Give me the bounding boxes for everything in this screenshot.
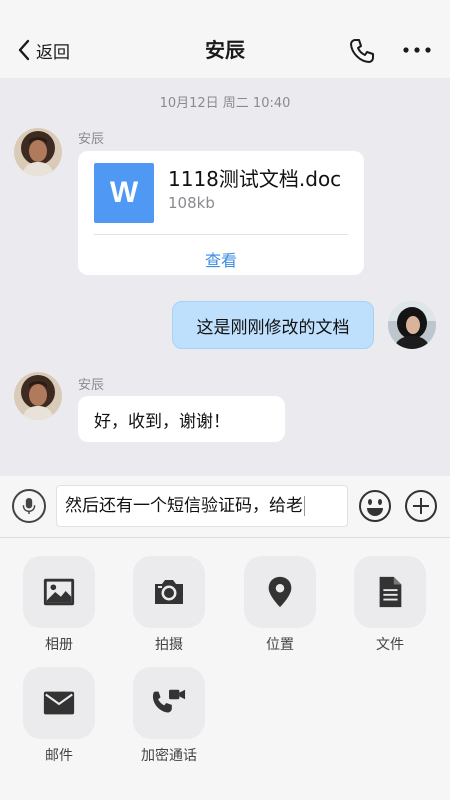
- tool-tile[interactable]: [23, 667, 95, 739]
- tool-tile[interactable]: [244, 556, 316, 628]
- incoming-message-bubble[interactable]: 好，收到，谢谢！: [78, 396, 285, 442]
- mail-icon: [43, 691, 75, 715]
- document-icon: [379, 576, 402, 608]
- tool-location[interactable]: 位置: [244, 556, 316, 654]
- message-input-bar: 然后还有一个短信验证码，给老: [0, 476, 450, 538]
- more-options-icon[interactable]: [402, 42, 432, 58]
- page-title: 安辰: [205, 38, 245, 62]
- contact-avatar[interactable]: [14, 128, 62, 176]
- microphone-icon: [22, 498, 36, 514]
- chat-area[interactable]: 10月12日 周二 10:40 安辰 W 1118测试文档.doc 108kb …: [0, 78, 450, 476]
- camera-icon: [155, 580, 183, 604]
- text-caret: [304, 496, 305, 516]
- file-message-card[interactable]: W 1118测试文档.doc 108kb 查看: [78, 151, 364, 275]
- voice-input-button[interactable]: [12, 489, 46, 523]
- phone-icon[interactable]: [348, 37, 376, 65]
- file-name: 1118测试文档.doc: [168, 167, 342, 191]
- tool-label: 拍摄: [155, 637, 183, 653]
- my-avatar[interactable]: [388, 301, 436, 349]
- message-timestamp: 10月12日 周二 10:40: [159, 96, 291, 111]
- nav-header: 返回 安辰: [0, 0, 450, 78]
- sender-name: 安辰: [78, 378, 105, 393]
- message-input-text: 然后还有一个短信验证码，给老: [65, 496, 303, 516]
- view-file-button[interactable]: 查看: [78, 247, 364, 271]
- tool-encrypted-call[interactable]: 加密通话: [133, 667, 205, 765]
- tool-mail[interactable]: 邮件: [23, 667, 95, 765]
- tool-label: 位置: [266, 637, 294, 653]
- tool-photo-album[interactable]: 相册: [23, 556, 95, 654]
- location-pin-icon: [268, 576, 292, 608]
- plus-icon[interactable]: [404, 489, 438, 523]
- attachment-panel: 相册 拍摄 位置 文件 邮件 加密通话: [0, 538, 450, 800]
- outgoing-message-bubble[interactable]: 这是刚刚修改的文档: [172, 301, 374, 349]
- file-size: 108kb: [168, 194, 215, 212]
- sender-name: 安辰: [78, 132, 105, 147]
- tool-label: 邮件: [45, 748, 73, 764]
- contact-avatar[interactable]: [14, 372, 62, 420]
- photo-album-icon: [43, 578, 75, 606]
- tool-tile[interactable]: [23, 556, 95, 628]
- video-call-icon: [152, 689, 186, 713]
- message-text-input[interactable]: 然后还有一个短信验证码，给老: [56, 485, 348, 527]
- tool-label: 相册: [45, 637, 73, 653]
- tool-tile[interactable]: [354, 556, 426, 628]
- my-avatar-image: [388, 301, 436, 349]
- tool-file[interactable]: 文件: [354, 556, 426, 654]
- emoji-icon[interactable]: [358, 489, 392, 523]
- contact-avatar-image: [14, 128, 62, 176]
- divider: [94, 234, 348, 235]
- contact-avatar-image: [14, 372, 62, 420]
- word-file-icon: W: [94, 163, 154, 223]
- tool-tile[interactable]: [133, 556, 205, 628]
- tool-camera[interactable]: 拍摄: [133, 556, 205, 654]
- tool-label: 文件: [376, 637, 404, 653]
- tool-tile[interactable]: [133, 667, 205, 739]
- tool-label: 加密通话: [141, 748, 197, 764]
